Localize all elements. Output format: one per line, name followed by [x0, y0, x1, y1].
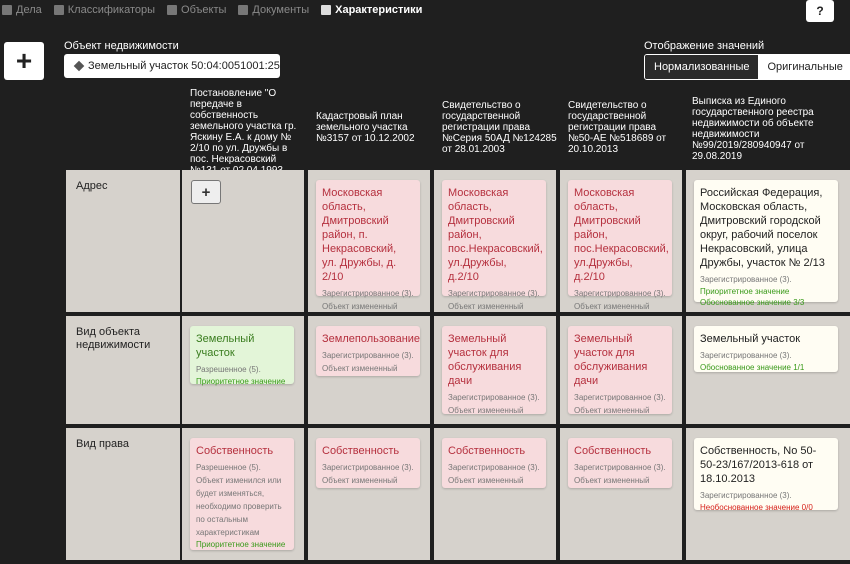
value-card[interactable]: Собственность Зарегистрированное (3). Об… [568, 438, 672, 488]
value-card[interactable]: Московская область, Дмитровский район, п… [568, 180, 672, 311]
value-card[interactable]: Российская Федерация, Московская область… [694, 180, 838, 307]
nav-item-characteristics[interactable]: Характеристики [321, 4, 422, 16]
value-card[interactable]: Земельный участок для обслуживания дачи … [442, 326, 546, 415]
document-icon [238, 5, 249, 15]
column-header-5: Выписка из Единого государственного реес… [692, 96, 814, 162]
value-card[interactable]: Собственность Зарегистрированное (3). Об… [442, 438, 546, 488]
value-card[interactable]: Собственность Разрешенное (5). Объект из… [190, 438, 294, 550]
nav-item-cases[interactable]: Дела [2, 4, 42, 16]
list-icon [53, 5, 64, 15]
object-selector[interactable]: Земельный участок 50:04:0051001:25 [64, 54, 280, 78]
column-header-3: Свидетельство о государственной регистра… [442, 100, 557, 155]
nav-item-classifiers[interactable]: Классификаторы [53, 4, 155, 16]
column-header-4: Свидетельство о государственной регистра… [568, 100, 667, 155]
top-navigation: Дела Классификаторы Объекты Документы Ха… [0, 0, 850, 20]
cube-icon [73, 60, 85, 72]
table-icon [321, 5, 332, 15]
column-header-2: Кадастровый план земельного участка №315… [316, 111, 415, 144]
value-card[interactable]: Земельный участок Зарегистрированное (3)… [694, 326, 838, 372]
value-card[interactable]: Московская область, Дмитровский район, п… [316, 180, 420, 311]
object-value: Земельный участок 50:04:0051001:25 [88, 60, 280, 72]
toggle-original[interactable]: Оригинальные [758, 55, 850, 79]
value-card[interactable]: Земельный участок для обслуживания дачи … [568, 326, 672, 415]
value-card[interactable]: Собственность Зарегистрированное (3). Об… [316, 438, 420, 488]
display-mode-toggle: Нормализованные Оригинальные [644, 54, 850, 80]
folder-icon [2, 5, 12, 15]
add-button[interactable]: + [4, 42, 44, 80]
nav-item-documents[interactable]: Документы [238, 4, 309, 16]
value-card[interactable]: Земельный участок Разрешенное (5). Приор… [190, 326, 294, 386]
value-card[interactable]: Землепользование Зарегистрированное (3).… [316, 326, 420, 376]
value-card[interactable]: Московская область, Дмитровский район, п… [442, 180, 546, 311]
display-mode-label: Отображение значений [644, 40, 765, 52]
help-button[interactable]: ? [806, 0, 834, 22]
row-label-object-type: Вид объекта недвижимости [66, 316, 180, 424]
toggle-normalized[interactable]: Нормализованные [645, 55, 759, 79]
cubes-icon [167, 5, 178, 15]
nav-item-objects[interactable]: Объекты [167, 4, 226, 16]
row-label-address: Адрес [66, 170, 180, 312]
object-label: Объект недвижимости [64, 40, 179, 52]
add-value-button[interactable]: + [191, 180, 221, 204]
row-label-right-type: Вид права [66, 428, 180, 560]
value-card[interactable]: Собственность, No 50-50-23/167/2013-618 … [694, 438, 838, 512]
column-header-1: Постановление "О передаче в собственност… [190, 88, 297, 176]
